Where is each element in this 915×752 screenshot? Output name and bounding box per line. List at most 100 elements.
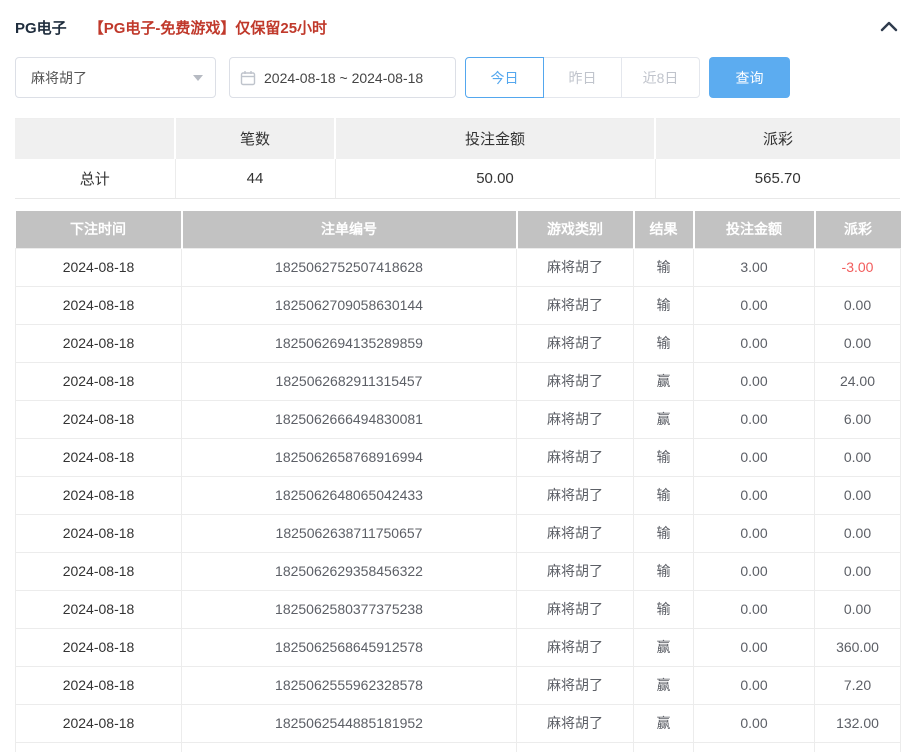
cell-payout: 132.00 (814, 703, 901, 743)
cell-date: 2024-08-18 (15, 551, 182, 591)
cell-bet-id: 1825062658768916994 (181, 437, 517, 477)
cell-bet-amount: 0.00 (693, 551, 815, 591)
summary-total-label: 总计 (15, 158, 176, 199)
table-row: 2024-08-18 1825062752507418628 麻将胡了 输 3.… (15, 247, 901, 287)
summary-total-row: 总计 44 50.00 565.70 (15, 158, 900, 199)
cell-bet-id: 1825062752507418628 (181, 247, 517, 287)
cell-bet-amount: 0.00 (693, 285, 815, 325)
cell-game: 麻将胡了 (516, 399, 634, 439)
cell-result: 赢 (633, 665, 694, 705)
collapse-button[interactable] (878, 16, 900, 38)
table-row: 2024-08-18 1825062580377375238 麻将胡了 输 0.… (15, 589, 901, 629)
cell-date: 2024-08-18 (15, 323, 182, 363)
summary-table: 笔数 投注金额 派彩 总计 44 50.00 565.70 (15, 118, 900, 199)
cell-date: 2024-08-18 (15, 399, 182, 439)
cell-bet-id: 1825062648065042433 (181, 475, 517, 515)
cell-date: 2024-08-18 (15, 703, 182, 743)
summary-header-empty (15, 118, 176, 159)
cell-bet-id: 1825062544885181952 (181, 703, 517, 743)
cell-payout: 6.00 (814, 399, 901, 439)
table-row: 2024-08-18 1825062629358456322 麻将胡了 输 0.… (15, 551, 901, 591)
cell-payout: 0.00 (814, 285, 901, 325)
cell-game: 麻将胡了 (516, 551, 634, 591)
cell-bet-id: 1825062580377375238 (181, 589, 517, 629)
records-header-date: 下注时间 (15, 211, 183, 248)
cell-result: 输 (633, 589, 694, 629)
quick-range-group: 今日 昨日 近8日 (465, 57, 700, 98)
cell-bet-amount: 0.00 (693, 475, 815, 515)
calendar-icon (240, 70, 256, 86)
cell-bet-id (181, 741, 517, 752)
cell-result: 输 (633, 475, 694, 515)
cell-game: 麻将胡了 (516, 361, 634, 401)
cell-game: 麻将胡了 (516, 247, 634, 287)
quick-range-yesterday[interactable]: 昨日 (543, 57, 622, 98)
cell-game: 麻将胡了 (516, 475, 634, 515)
table-row: 2024-08-18 1825062709058630144 麻将胡了 输 0.… (15, 285, 901, 325)
table-row: 2024-08-18 1825062555962328578 麻将胡了 赢 0.… (15, 665, 901, 705)
search-button[interactable]: 查询 (709, 57, 790, 98)
cell-payout: 0.00 (814, 513, 901, 553)
cell-game (516, 741, 634, 752)
panel-header: PG电子 【PG电子-免费游戏】仅保留25小时 (15, 14, 900, 40)
cell-result: 输 (633, 551, 694, 591)
cell-date: 2024-08-18 (15, 665, 182, 705)
table-row: 2024-08-18 1825062658768916994 麻将胡了 输 0.… (15, 437, 901, 477)
cell-bet-amount: 0.00 (693, 665, 815, 705)
quick-range-today[interactable]: 今日 (465, 57, 544, 98)
game-select-value: 麻将胡了 (31, 69, 87, 86)
table-row: 2024-08-18 1825062694135289859 麻将胡了 输 0.… (15, 323, 901, 363)
cell-payout: 360.00 (814, 627, 901, 667)
cell-result: 输 (633, 323, 694, 363)
cell-bet-id: 1825062694135289859 (181, 323, 517, 363)
cell-date: 2024-08-18 (15, 361, 182, 401)
cell-bet-amount: 0.00 (693, 361, 815, 401)
cell-date: 2024-08-18 (15, 285, 182, 325)
cell-payout (814, 741, 901, 752)
summary-header-row: 笔数 投注金额 派彩 (15, 118, 900, 159)
table-row: 2024-08-18 1825062544885181952 麻将胡了 赢 0.… (15, 703, 901, 743)
cell-date: 2024-08-18 (15, 513, 182, 553)
summary-total-bet-amount: 50.00 (335, 158, 656, 199)
table-row: 2024-08-18 1825062568645912578 麻将胡了 赢 0.… (15, 627, 901, 667)
cell-bet-amount: 0.00 (693, 399, 815, 439)
cell-date (15, 741, 182, 752)
cell-bet-amount: 0.00 (693, 513, 815, 553)
caret-down-icon (193, 74, 203, 81)
cell-bet-id: 1825062629358456322 (181, 551, 517, 591)
cell-game: 麻将胡了 (516, 589, 634, 629)
cell-bet-id: 1825062568645912578 (181, 627, 517, 667)
quick-range-last8days[interactable]: 近8日 (621, 57, 700, 98)
cell-bet-amount: 0.00 (693, 437, 815, 477)
summary-header-count: 笔数 (175, 118, 336, 159)
date-range-picker[interactable]: 2024-08-18 ~ 2024-08-18 (229, 57, 456, 98)
cell-payout: 7.20 (814, 665, 901, 705)
summary-total-payout: 565.70 (655, 158, 900, 199)
date-range-value: 2024-08-18 ~ 2024-08-18 (264, 69, 424, 86)
records-table: 下注时间 注单编号 游戏类别 结果 投注金额 派彩 2024-08-18 182… (15, 211, 901, 752)
cell-bet-id: 1825062682911315457 (181, 361, 517, 401)
cell-payout: 0.00 (814, 437, 901, 477)
records-header-bet-id: 注单编号 (181, 211, 518, 248)
records-header-game: 游戏类别 (516, 211, 635, 248)
cell-payout: 0.00 (814, 589, 901, 629)
cell-payout: 0.00 (814, 475, 901, 515)
summary-header-bet-amount: 投注金额 (335, 118, 656, 159)
cell-date: 2024-08-18 (15, 589, 182, 629)
cell-date: 2024-08-18 (15, 437, 182, 477)
cell-result: 输 (633, 285, 694, 325)
cell-result (633, 741, 694, 752)
game-select[interactable]: 麻将胡了 (15, 57, 216, 98)
cell-result: 输 (633, 437, 694, 477)
cell-bet-amount: 3.00 (693, 247, 815, 287)
cell-result: 赢 (633, 627, 694, 667)
cell-game: 麻将胡了 (516, 627, 634, 667)
cell-result: 赢 (633, 361, 694, 401)
notice-text: 【PG电子-免费游戏】仅保留25小时 (88, 19, 328, 37)
records-header-bet-amount: 投注金额 (693, 211, 816, 248)
summary-total-count: 44 (175, 158, 336, 199)
cell-payout: 0.00 (814, 323, 901, 363)
cell-bet-id: 1825062709058630144 (181, 285, 517, 325)
table-row-partial (15, 741, 901, 752)
cell-game: 麻将胡了 (516, 513, 634, 553)
